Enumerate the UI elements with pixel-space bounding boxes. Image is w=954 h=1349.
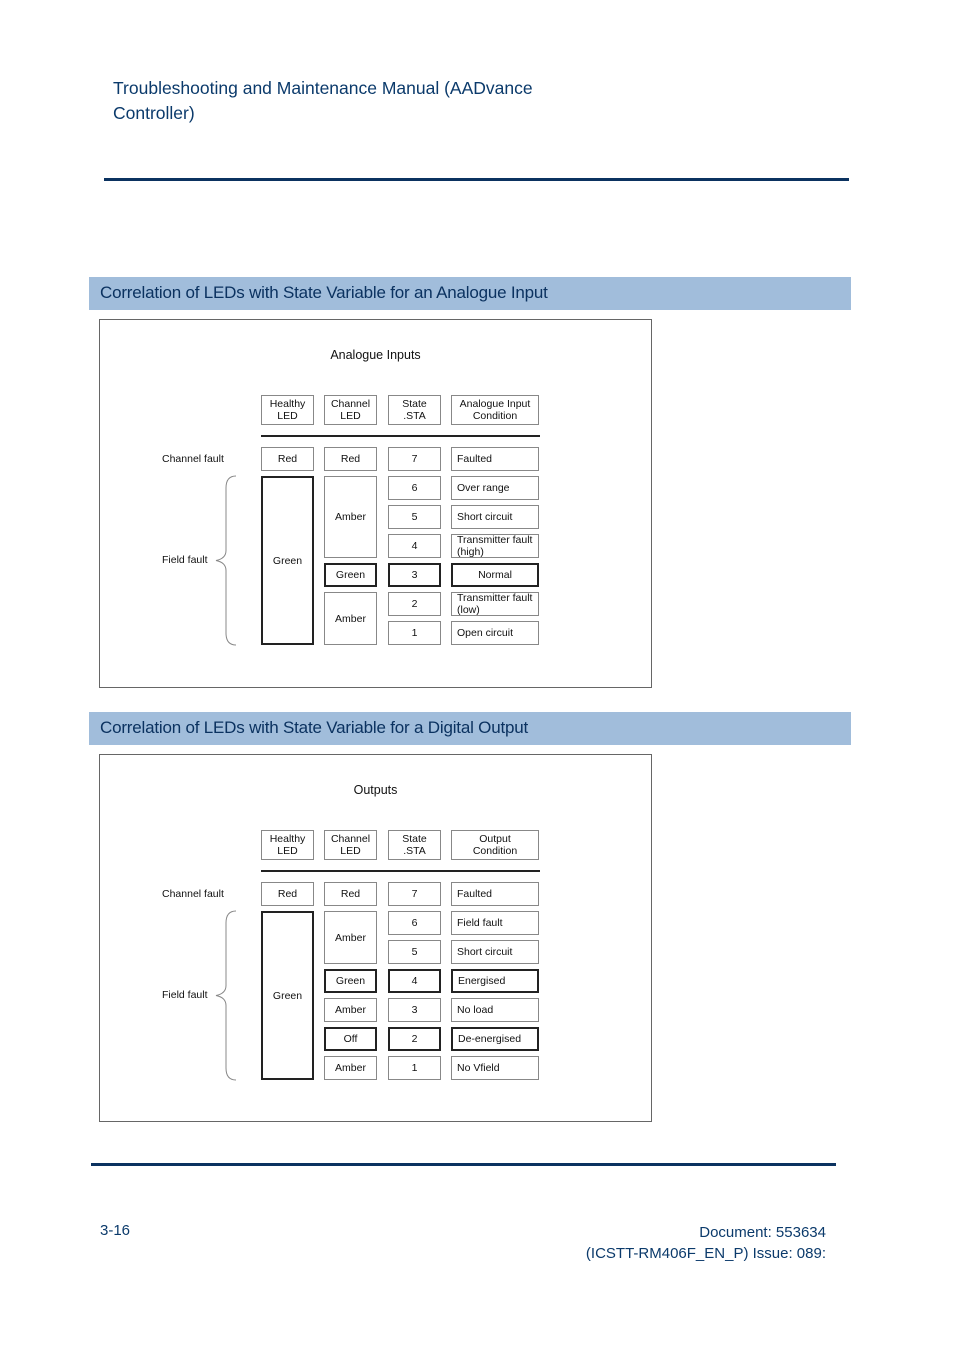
condition-cell: Short circuit — [451, 505, 539, 529]
figure-title: Analogue Inputs — [330, 348, 421, 362]
header-title-line-2: Controller) — [113, 103, 195, 123]
state-value-cell: 3 — [388, 998, 441, 1022]
healthy-led-field-fault: Green — [261, 476, 314, 645]
section-heading-text: Correlation of LEDs with State Variable … — [100, 718, 529, 737]
column-header: Healthy LED — [261, 395, 314, 425]
condition-cell: Transmitter fault (high) — [451, 534, 539, 558]
analogue-input-figure: Analogue Inputs Healthy LED Channel LED State… — [99, 319, 652, 688]
condition-cell: Faulted — [451, 882, 539, 906]
state-value-cell: 1 — [388, 1056, 441, 1080]
digital-output-figure: Outputs Healthy LED Channel LED State .STA Outp… — [99, 754, 652, 1122]
state-value-cell: 4 — [388, 969, 441, 993]
state-value-cell: 5 — [388, 940, 441, 964]
document-reference: Document: 553634 (ICSTT-RM406F_EN_P) Iss… — [586, 1222, 826, 1264]
document-issue: (ICSTT-RM406F_EN_P) Issue: 089: — [585, 1245, 826, 1262]
column-header: Channel LED — [324, 830, 377, 860]
condition-cell: Transmitter fault (low) — [451, 592, 539, 616]
channel-led-cell: Amber — [324, 998, 377, 1022]
field-fault-brace-icon — [215, 475, 237, 646]
page-number: 3-16 — [100, 1222, 131, 1239]
column-header: Output Condition — [451, 830, 539, 860]
column-header: Channel LED — [324, 395, 377, 425]
header-separator — [261, 870, 540, 872]
channel-fault-label: Channel fault — [162, 453, 224, 465]
condition-cell: Short circuit — [451, 940, 539, 964]
footer-rule — [91, 1163, 836, 1166]
state-value-cell: 7 — [388, 447, 441, 471]
state-value-cell: 2 — [388, 592, 441, 616]
section-heading-text: Correlation of LEDs with State Variable … — [100, 283, 548, 302]
channel-led-cell: Amber — [324, 911, 377, 964]
condition-cell: Faulted — [451, 447, 539, 471]
channel-led-cell: Off — [324, 1027, 377, 1051]
state-value-cell: 6 — [388, 476, 441, 500]
condition-cell: Over range — [451, 476, 539, 500]
condition-cell: De-energised — [451, 1027, 539, 1051]
state-value-cell: 7 — [388, 882, 441, 906]
state-value-cell: 5 — [388, 505, 441, 529]
column-header: State .STA — [388, 830, 441, 860]
condition-cell: Energised — [451, 969, 539, 993]
state-value-cell: 2 — [388, 1027, 441, 1051]
column-header: Healthy LED — [261, 830, 314, 860]
condition-cell: Open circuit — [451, 621, 539, 645]
condition-cell: No Vfield — [451, 1056, 539, 1080]
section-heading-digital-output: Correlation of LEDs with State Variable … — [89, 712, 851, 745]
state-value-cell: 6 — [388, 911, 441, 935]
channel-led-cell: Red — [324, 447, 377, 471]
healthy-led-field-fault: Green — [261, 911, 314, 1080]
figure-title: Outputs — [353, 783, 398, 797]
running-header-title: Troubleshooting and Maintenance Manual (… — [113, 76, 583, 126]
condition-cell: No load — [451, 998, 539, 1022]
healthy-led-channel-fault: Red — [261, 882, 314, 906]
state-value-cell: 1 — [388, 621, 441, 645]
field-fault-label: Field fault — [162, 988, 208, 1001]
document-number: Document: 553634 — [699, 1224, 826, 1241]
healthy-led-channel-fault: Red — [261, 447, 314, 471]
channel-fault-label: Channel fault — [162, 888, 224, 900]
condition-cell: Field fault — [451, 911, 539, 935]
channel-led-cell: Amber — [324, 1056, 377, 1080]
column-header: State .STA — [388, 395, 441, 425]
channel-led-cell: Green — [324, 969, 377, 993]
section-heading-analogue-input: Correlation of LEDs with State Variable … — [89, 277, 851, 310]
channel-led-cell: Amber — [324, 476, 377, 558]
field-fault-brace-icon — [215, 910, 237, 1081]
header-separator — [261, 435, 540, 437]
channel-led-cell: Amber — [324, 592, 377, 645]
state-value-cell: 3 — [388, 563, 441, 587]
channel-led-cell: Red — [324, 882, 377, 906]
column-header: Analogue Input Condition — [451, 395, 539, 425]
condition-cell: Normal — [451, 563, 539, 587]
state-value-cell: 4 — [388, 534, 441, 558]
header-rule — [104, 178, 849, 181]
header-title-line-1: Troubleshooting and Maintenance Manual (… — [113, 78, 533, 98]
field-fault-label: Field fault — [162, 553, 208, 566]
channel-led-cell: Green — [324, 563, 377, 587]
